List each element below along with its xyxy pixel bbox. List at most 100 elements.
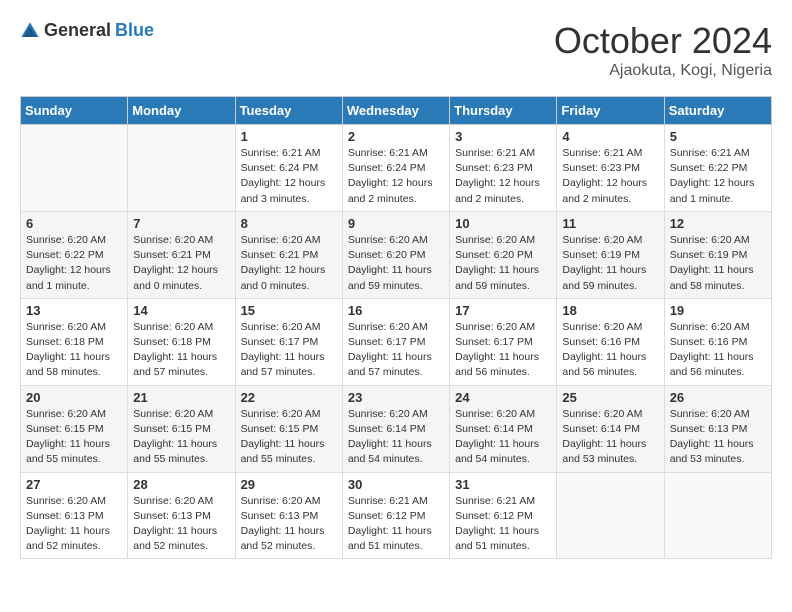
day-number: 31 [455, 477, 551, 492]
cell-info: Sunrise: 6:20 AMSunset: 6:20 PMDaylight:… [348, 233, 444, 294]
cell-info: Sunrise: 6:21 AMSunset: 6:22 PMDaylight:… [670, 146, 766, 207]
day-cell: 22Sunrise: 6:20 AMSunset: 6:15 PMDayligh… [235, 385, 342, 472]
day-cell: 7Sunrise: 6:20 AMSunset: 6:21 PMDaylight… [128, 211, 235, 298]
day-number: 18 [562, 303, 658, 318]
week-row-3: 13 Sunrise: 6:20 AMSunset: 6:18 PMDayligh… [21, 298, 772, 385]
day-cell: 21 Sunrise: 6:20 AMSunset: 6:15 PMDayligh… [128, 385, 235, 472]
logo-icon [20, 21, 40, 41]
day-number: 27 [26, 477, 122, 492]
day-cell [21, 125, 128, 212]
day-cell: 4 Sunrise: 6:21 AMSunset: 6:23 PMDaylight… [557, 125, 664, 212]
day-cell: 16Sunrise: 6:20 AMSunset: 6:17 PMDayligh… [342, 298, 449, 385]
cell-info: Sunrise: 6:20 AMSunset: 6:15 PMDaylight:… [26, 407, 122, 468]
week-row-2: 6 Sunrise: 6:20 AMSunset: 6:22 PMDaylight… [21, 211, 772, 298]
day-cell: 30Sunrise: 6:21 AMSunset: 6:12 PMDayligh… [342, 472, 449, 559]
week-row-5: 27 Sunrise: 6:20 AMSunset: 6:13 PMDayligh… [21, 472, 772, 559]
day-cell: 8Sunrise: 6:20 AMSunset: 6:21 PMDaylight… [235, 211, 342, 298]
day-number: 12 [670, 216, 766, 231]
logo-blue: Blue [115, 20, 154, 41]
cell-info: Sunrise: 6:20 AMSunset: 6:21 PMDaylight:… [133, 233, 229, 294]
cell-info: Sunrise: 6:20 AMSunset: 6:13 PMDaylight:… [26, 494, 122, 555]
cell-info: Sunrise: 6:20 AMSunset: 6:17 PMDaylight:… [241, 320, 337, 381]
day-number: 6 [26, 216, 122, 231]
cell-info: Sunrise: 6:20 AMSunset: 6:21 PMDaylight:… [241, 233, 337, 294]
day-number: 15 [241, 303, 337, 318]
day-number: 25 [562, 390, 658, 405]
day-number: 26 [670, 390, 766, 405]
cell-info: Sunrise: 6:20 AMSunset: 6:14 PMDaylight:… [562, 407, 658, 468]
day-number: 11 [562, 216, 658, 231]
day-cell: 18 Sunrise: 6:20 AMSunset: 6:16 PMDayligh… [557, 298, 664, 385]
cell-info: Sunrise: 6:20 AMSunset: 6:18 PMDaylight:… [26, 320, 122, 381]
logo: GeneralBlue [20, 20, 154, 41]
day-cell: 3 Sunrise: 6:21 AMSunset: 6:23 PMDaylight… [450, 125, 557, 212]
day-cell: 19 Sunrise: 6:20 AMSunset: 6:16 PMDayligh… [664, 298, 771, 385]
day-cell [557, 472, 664, 559]
col-header-friday: Friday [557, 97, 664, 125]
day-cell: 26 Sunrise: 6:20 AMSunset: 6:13 PMDayligh… [664, 385, 771, 472]
day-cell: 12Sunrise: 6:20 AMSunset: 6:19 PMDayligh… [664, 211, 771, 298]
day-number: 5 [670, 129, 766, 144]
cell-info: Sunrise: 6:20 AMSunset: 6:16 PMDaylight:… [670, 320, 766, 381]
day-cell: 23 Sunrise: 6:20 AMSunset: 6:14 PMDayligh… [342, 385, 449, 472]
cell-info: Sunrise: 6:20 AMSunset: 6:17 PMDaylight:… [455, 320, 551, 381]
month-year-title: October 2024 [554, 20, 772, 62]
day-cell: 25 Sunrise: 6:20 AMSunset: 6:14 PMDayligh… [557, 385, 664, 472]
cell-info: Sunrise: 6:20 AMSunset: 6:14 PMDaylight:… [348, 407, 444, 468]
day-number: 3 [455, 129, 551, 144]
day-number: 23 [348, 390, 444, 405]
day-cell: 24Sunrise: 6:20 AMSunset: 6:14 PMDayligh… [450, 385, 557, 472]
location-subtitle: Ajaokuta, Kogi, Nigeria [554, 62, 772, 80]
day-number: 20 [26, 390, 122, 405]
day-cell [128, 125, 235, 212]
day-number: 13 [26, 303, 122, 318]
day-number: 9 [348, 216, 444, 231]
cell-info: Sunrise: 6:20 AMSunset: 6:20 PMDaylight:… [455, 233, 551, 294]
day-number: 10 [455, 216, 551, 231]
page-header: GeneralBlue October 2024 Ajaokuta, Kogi,… [20, 20, 772, 80]
day-cell: 6 Sunrise: 6:20 AMSunset: 6:22 PMDaylight… [21, 211, 128, 298]
day-number: 2 [348, 129, 444, 144]
cell-info: Sunrise: 6:20 AMSunset: 6:13 PMDaylight:… [670, 407, 766, 468]
week-row-1: 1 Sunrise: 6:21 AMSunset: 6:24 PMDaylight… [21, 125, 772, 212]
cell-info: Sunrise: 6:21 AMSunset: 6:23 PMDaylight:… [562, 146, 658, 207]
day-cell: 9 Sunrise: 6:20 AMSunset: 6:20 PMDaylight… [342, 211, 449, 298]
col-header-monday: Monday [128, 97, 235, 125]
day-cell: 29 Sunrise: 6:20 AMSunset: 6:13 PMDayligh… [235, 472, 342, 559]
day-number: 19 [670, 303, 766, 318]
cell-info: Sunrise: 6:21 AMSunset: 6:23 PMDaylight:… [455, 146, 551, 207]
day-cell: 2 Sunrise: 6:21 AMSunset: 6:24 PMDaylight… [342, 125, 449, 212]
cell-info: Sunrise: 6:20 AMSunset: 6:19 PMDaylight:… [562, 233, 658, 294]
cell-info: Sunrise: 6:20 AMSunset: 6:18 PMDaylight:… [133, 320, 229, 381]
col-header-thursday: Thursday [450, 97, 557, 125]
day-cell: 10 Sunrise: 6:20 AMSunset: 6:20 PMDayligh… [450, 211, 557, 298]
cell-info: Sunrise: 6:20 AMSunset: 6:22 PMDaylight:… [26, 233, 122, 294]
day-cell: 13 Sunrise: 6:20 AMSunset: 6:18 PMDayligh… [21, 298, 128, 385]
cell-info: Sunrise: 6:20 AMSunset: 6:15 PMDaylight:… [241, 407, 337, 468]
cell-info: Sunrise: 6:21 AMSunset: 6:24 PMDaylight:… [241, 146, 337, 207]
cell-info: Sunrise: 6:21 AMSunset: 6:24 PMDaylight:… [348, 146, 444, 207]
col-header-sunday: Sunday [21, 97, 128, 125]
day-number: 21 [133, 390, 229, 405]
day-cell: 15 Sunrise: 6:20 AMSunset: 6:17 PMDayligh… [235, 298, 342, 385]
calendar-table: SundayMondayTuesdayWednesdayThursdayFrid… [20, 96, 772, 559]
day-number: 17 [455, 303, 551, 318]
cell-info: Sunrise: 6:21 AMSunset: 6:12 PMDaylight:… [455, 494, 551, 555]
day-number: 1 [241, 129, 337, 144]
cell-info: Sunrise: 6:20 AMSunset: 6:16 PMDaylight:… [562, 320, 658, 381]
day-number: 24 [455, 390, 551, 405]
cell-info: Sunrise: 6:20 AMSunset: 6:15 PMDaylight:… [133, 407, 229, 468]
day-cell: 31 Sunrise: 6:21 AMSunset: 6:12 PMDayligh… [450, 472, 557, 559]
day-cell: 11 Sunrise: 6:20 AMSunset: 6:19 PMDayligh… [557, 211, 664, 298]
day-number: 29 [241, 477, 337, 492]
day-number: 14 [133, 303, 229, 318]
logo-general: General [44, 20, 111, 41]
col-header-wednesday: Wednesday [342, 97, 449, 125]
title-section: October 2024 Ajaokuta, Kogi, Nigeria [554, 20, 772, 80]
day-number: 4 [562, 129, 658, 144]
day-number: 28 [133, 477, 229, 492]
cell-info: Sunrise: 6:20 AMSunset: 6:13 PMDaylight:… [241, 494, 337, 555]
day-number: 16 [348, 303, 444, 318]
cell-info: Sunrise: 6:20 AMSunset: 6:13 PMDaylight:… [133, 494, 229, 555]
day-cell: 28 Sunrise: 6:20 AMSunset: 6:13 PMDayligh… [128, 472, 235, 559]
